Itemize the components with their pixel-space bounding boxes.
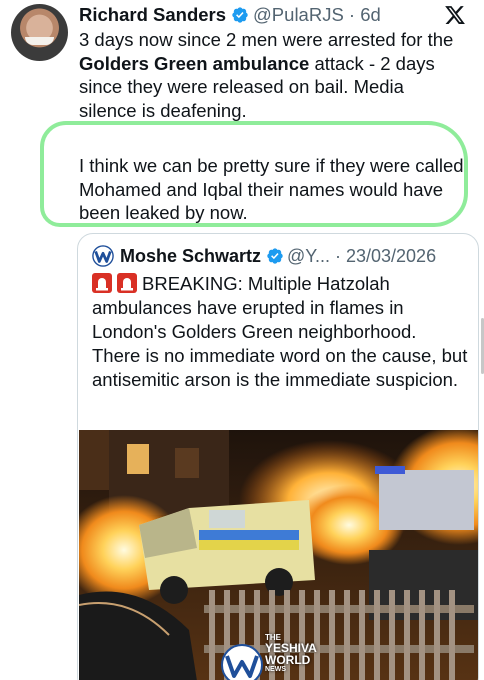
watermark-text: THE YESHIVA WORLD NEWS [265,633,317,674]
x-logo-icon [445,6,465,24]
author-name[interactable]: Richard Sanders [79,4,226,26]
bold-phrase: Golders Green ambulance [79,52,310,74]
quoted-tweet-header: Moshe Schwartz @Y... · 23/03/2026 [92,244,436,268]
quoted-tweet-text: BREAKING: Multiple Hatzolah ambulances h… [92,273,468,390]
quoted-author-handle[interactable]: @Y... · 23/03/2026 [287,246,436,267]
verified-badge-icon [232,7,248,23]
tweet-body: 3 days now since 2 men were arrested for… [79,28,464,225]
quoted-tweet-photo[interactable]: THE YESHIVA WORLD NEWS [79,430,478,680]
police-light-icon [92,273,112,293]
tweet-paragraph-1: 3 days now since 2 men were arrested for… [79,29,454,121]
quoted-author-name[interactable]: Moshe Schwartz [120,246,261,267]
verified-badge-icon [267,248,283,264]
yeshiva-world-logo-icon [92,245,114,267]
author-handle[interactable]: @PulaRJS · 6d [253,4,381,26]
quoted-tweet-card[interactable]: Moshe Schwartz @Y... · 23/03/2026 BREAKI… [77,233,479,680]
police-light-icon [117,273,137,293]
author-avatar[interactable] [11,4,68,61]
tweet-header: Richard Sanders @PulaRJS · 6d [79,2,381,28]
tweet-paragraph-2: I think we can be pretty sure if they we… [79,155,464,223]
quoted-tweet-body: BREAKING: Multiple Hatzolah ambulances h… [92,272,468,392]
